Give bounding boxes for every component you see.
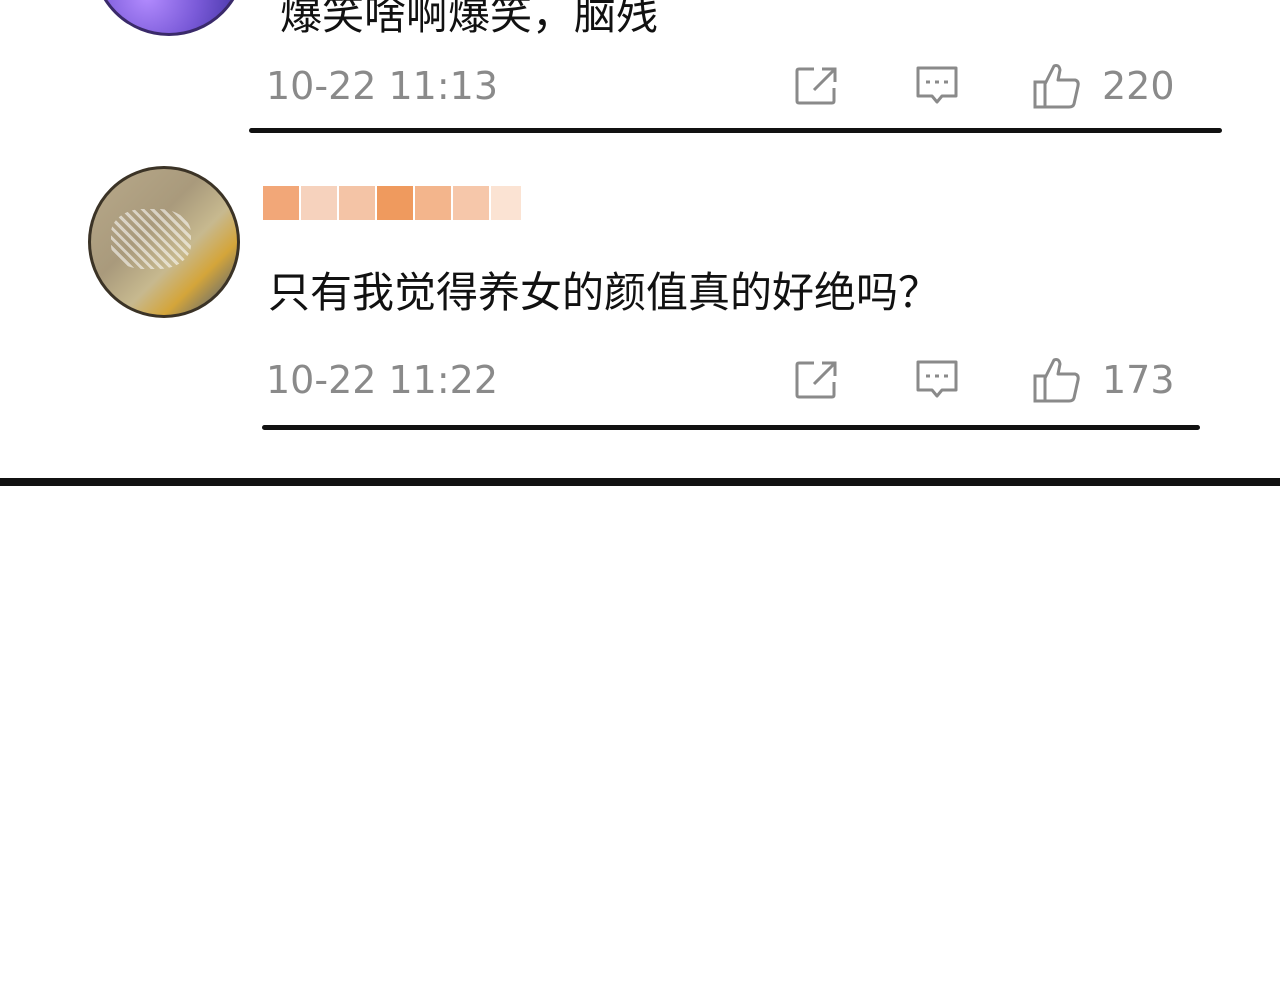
divider <box>262 425 1200 430</box>
avatar[interactable] <box>88 166 240 318</box>
share-icon <box>795 67 837 105</box>
section-divider <box>0 478 1280 486</box>
thumbs-up-icon <box>1033 64 1080 109</box>
comment-text: 只有我觉得养女的颜值真的好绝吗？ <box>268 268 941 317</box>
comment-timestamp: 10-22 11:22 <box>266 358 499 402</box>
thumbs-up-icon <box>1033 358 1080 403</box>
like-button[interactable] <box>1027 56 1087 116</box>
like-count: 220 <box>1102 64 1175 108</box>
reply-button[interactable] <box>907 350 967 410</box>
username-pixelated[interactable] <box>263 180 525 226</box>
avatar[interactable] <box>92 0 246 36</box>
reply-icon <box>916 360 958 398</box>
comment-item: 只有我觉得养女的颜值真的好绝吗？ 10-22 11:22 173 <box>0 140 1280 440</box>
comment-timestamp: 10-22 11:13 <box>266 64 499 108</box>
divider <box>249 128 1222 133</box>
reply-icon <box>916 66 958 104</box>
comment-meta: 10-22 11:13 220 <box>0 56 1280 116</box>
share-button[interactable] <box>787 350 847 410</box>
like-count: 173 <box>1102 358 1175 402</box>
share-icon <box>795 361 837 399</box>
comment-meta: 10-22 11:22 173 <box>0 350 1280 410</box>
like-button[interactable] <box>1027 350 1087 410</box>
comment-text: 爆笑啥啊爆笑，脑残 <box>280 0 659 39</box>
share-button[interactable] <box>787 56 847 116</box>
reply-button[interactable] <box>907 56 967 116</box>
comment-item: 爆笑啥啊爆笑，脑残 10-22 11:13 220 <box>0 0 1280 140</box>
